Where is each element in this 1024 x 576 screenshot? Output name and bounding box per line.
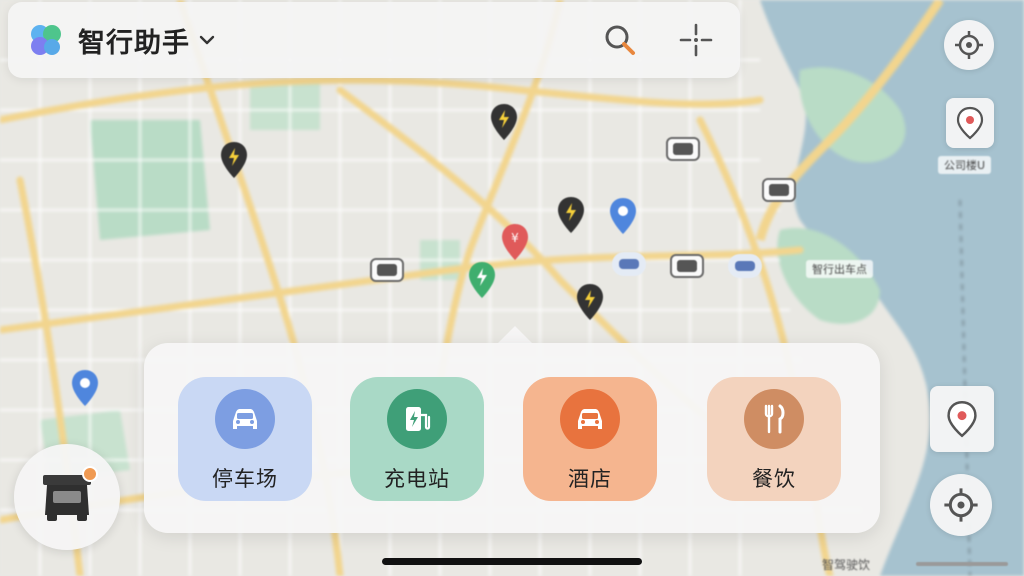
parking-badge-icon[interactable] xyxy=(612,252,646,276)
category-label: 酒店 xyxy=(568,467,612,491)
home-indicator[interactable] xyxy=(382,558,642,565)
fork-knife-icon xyxy=(764,404,785,434)
top-bar: 智行助手 xyxy=(8,2,740,78)
marker-icon xyxy=(956,106,984,140)
category-icon-circle xyxy=(387,389,447,449)
recenter-button[interactable] xyxy=(930,474,992,536)
compass-icon xyxy=(944,488,978,522)
navigate-icon xyxy=(947,401,977,438)
parking-badge-icon[interactable] xyxy=(728,254,762,278)
chevron-down-icon[interactable] xyxy=(198,31,216,49)
app-logo-icon xyxy=(31,25,61,55)
locate-button[interactable] xyxy=(672,16,720,64)
category-hotel-button[interactable]: 酒店 xyxy=(523,377,657,501)
charging-station-icon xyxy=(406,407,431,431)
charging-pin-icon[interactable] xyxy=(575,282,605,322)
map-label: 智行出车点 xyxy=(806,260,873,278)
charging-pin-icon[interactable] xyxy=(467,260,497,300)
panel-pointer xyxy=(497,326,533,344)
category-label: 充电站 xyxy=(384,467,450,491)
svg-text:¥: ¥ xyxy=(511,231,519,245)
charging-pin-icon[interactable] xyxy=(556,195,586,235)
category-icon-circle xyxy=(560,389,620,449)
charging-pin-icon[interactable] xyxy=(219,140,249,180)
marker-button[interactable] xyxy=(946,98,994,148)
map-scale-bar xyxy=(916,562,1008,566)
category-label: 停车场 xyxy=(212,467,278,491)
category-charging-button[interactable]: 充电站 xyxy=(350,377,484,501)
category-parking-button[interactable]: 停车场 xyxy=(178,377,312,501)
parking-pin-icon[interactable] xyxy=(70,368,100,408)
charging-pin-icon[interactable] xyxy=(489,102,519,142)
my-vehicle-button[interactable] xyxy=(14,444,120,550)
hotel-pin-icon[interactable]: ¥ xyxy=(500,222,530,262)
parking-pin-icon[interactable] xyxy=(608,196,638,236)
map-label: 公司楼U xyxy=(938,156,992,174)
bus-stop-icon[interactable] xyxy=(370,258,404,282)
category-panel: 停车场 充电站 酒店 餐饮 xyxy=(144,343,880,533)
bus-stop-icon[interactable] xyxy=(670,254,704,278)
compass-icon xyxy=(955,31,983,59)
crosshair-icon xyxy=(679,23,713,57)
category-icon-circle xyxy=(215,389,275,449)
category-dining-button[interactable]: 餐饮 xyxy=(707,377,841,501)
car-icon xyxy=(233,409,257,429)
category-label: 餐饮 xyxy=(752,467,796,491)
bus-stop-icon[interactable] xyxy=(762,178,796,202)
scale-label: 智驾驶饮 xyxy=(822,558,871,572)
bus-stop-icon[interactable] xyxy=(666,137,700,161)
category-icon-circle xyxy=(744,389,804,449)
compass-button[interactable] xyxy=(944,20,994,70)
search-button[interactable] xyxy=(596,16,644,64)
search-icon xyxy=(605,25,635,55)
navigate-button[interactable] xyxy=(930,386,994,452)
car-icon xyxy=(578,409,602,429)
app-title[interactable]: 智行助手 xyxy=(78,21,190,60)
notification-dot xyxy=(82,466,98,482)
